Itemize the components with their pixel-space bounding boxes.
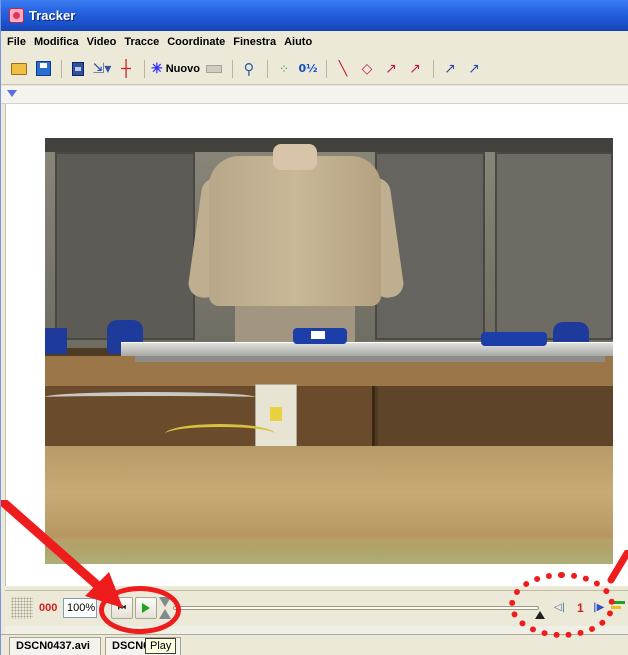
- marker-icon: ◇: [361, 60, 373, 77]
- axes-button[interactable]: ┼: [116, 58, 136, 80]
- video-clip-button[interactable]: [68, 58, 88, 80]
- zoom-button[interactable]: ⚲: [239, 58, 259, 80]
- menu-coordinate[interactable]: Coordinate: [167, 36, 225, 48]
- fraction-icon: 0½: [298, 62, 318, 75]
- track-control-icon: [205, 64, 222, 73]
- new-track-icon: ✳: [151, 60, 163, 76]
- video-cart: [293, 328, 347, 344]
- video-drawer: [378, 386, 613, 446]
- video-cabinet: [495, 152, 613, 340]
- calibration-dropdown[interactable]: ⇲▾: [92, 58, 112, 80]
- menu-tracce[interactable]: Tracce: [124, 36, 159, 48]
- toolbar-separator: [144, 59, 145, 78]
- momentum-vector-icon: ↗: [468, 60, 480, 77]
- labels-button[interactable]: 0½: [298, 58, 318, 80]
- video-object: [45, 328, 67, 354]
- calibration-dropdown-icon: ⇲▾: [92, 60, 112, 77]
- video-tabs: DSCN0437.avi DSCN04: [1, 634, 628, 655]
- new-track-button[interactable]: ✳ Nuovo: [151, 58, 200, 80]
- window-title: Tracker: [29, 8, 76, 23]
- video-clip-icon: [72, 61, 84, 76]
- video-cart: [481, 332, 547, 346]
- menu-modifica[interactable]: Modifica: [34, 36, 79, 48]
- toolbar-separator: [61, 59, 62, 78]
- path-button[interactable]: ╲: [333, 58, 353, 80]
- marker-button[interactable]: ◇: [357, 58, 377, 80]
- axes-icon: ┼: [121, 59, 131, 78]
- menu-bar: File Modifica Video Tracce Coordinate Fi…: [1, 31, 628, 53]
- play-tooltip: Play: [145, 638, 177, 654]
- save-icon: [35, 61, 51, 76]
- toolbar-separator: [325, 59, 327, 78]
- main-toolbar: ⇲▾ ┼ ✳ Nuovo ⚲ ⁘ 0½ ╲ ◇ ↗ ↗ ↗ ↗: [1, 53, 628, 85]
- acceleration-vector-icon: ↗: [409, 60, 421, 77]
- menu-aiuto[interactable]: Aiuto: [284, 36, 312, 48]
- magnifier-icon: ⚲: [243, 59, 255, 78]
- save-button[interactable]: [33, 58, 53, 80]
- acceleration-button[interactable]: ↗: [405, 58, 425, 80]
- trails-icon: ⁘: [278, 61, 289, 76]
- line-icon: ╲: [338, 60, 348, 77]
- video-cable: [45, 392, 255, 402]
- tracker-window: Tracker File Modifica Video Tracce Coord…: [0, 0, 628, 655]
- annotation-dotted-ring: [509, 572, 615, 638]
- open-button[interactable]: [9, 58, 29, 80]
- trails-button[interactable]: ⁘: [274, 58, 294, 80]
- video-person-sweater: [209, 156, 381, 306]
- tracker-app-icon: [9, 8, 24, 23]
- velocity-button[interactable]: ↗: [381, 58, 401, 80]
- video-cable: [165, 424, 275, 444]
- tab-video-1[interactable]: DSCN0437.avi: [9, 637, 101, 655]
- force-button[interactable]: ↗: [440, 58, 460, 80]
- annotation-ring: [99, 586, 181, 634]
- video-person: [186, 138, 406, 348]
- menu-file[interactable]: File: [7, 36, 26, 48]
- track-control-button[interactable]: [204, 58, 224, 80]
- title-bar: Tracker: [1, 0, 628, 31]
- momentum-button[interactable]: ↗: [464, 58, 484, 80]
- velocity-vector-icon: ↗: [385, 60, 397, 77]
- video-person-neck: [273, 144, 317, 170]
- frame-slider[interactable]: [173, 606, 539, 610]
- track-bar: [1, 86, 628, 104]
- force-vector-icon: ↗: [444, 60, 456, 77]
- video-cabinet: [55, 152, 195, 340]
- open-folder-icon: [11, 62, 27, 75]
- toolbar-separator: [231, 59, 233, 78]
- menu-finestra[interactable]: Finestra: [233, 36, 276, 48]
- annotation-arrow: [607, 550, 628, 584]
- toolbar-separator: [266, 59, 268, 78]
- track-bar-toggle-icon[interactable]: [7, 90, 17, 97]
- video-air-track-base: [135, 356, 605, 362]
- new-track-label: Nuovo: [165, 62, 200, 75]
- menu-video[interactable]: Video: [87, 36, 117, 48]
- toolbar-separator: [432, 59, 434, 78]
